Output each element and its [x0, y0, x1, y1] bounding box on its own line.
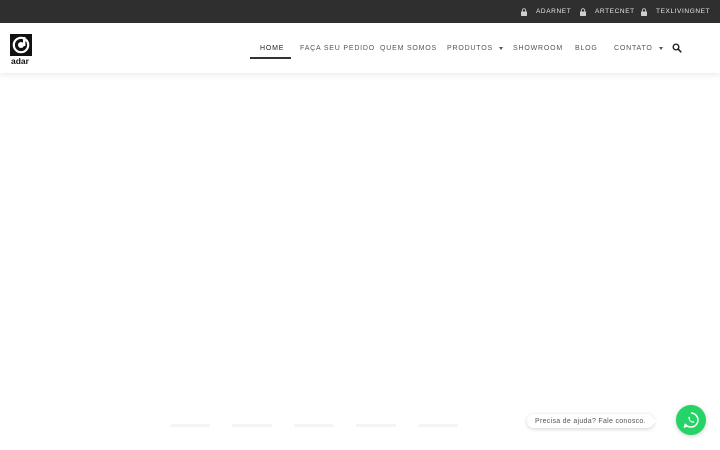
- chat-help-text: Precisa de ajuda? Fale conosco.: [535, 417, 646, 425]
- nav-blog[interactable]: BLOG: [575, 23, 598, 73]
- faint-block: [294, 424, 334, 427]
- faint-content-row: [170, 424, 520, 430]
- adarnet-label: ADARNET: [536, 8, 572, 15]
- artecnet-label: ARTECNET: [595, 8, 635, 15]
- main-header: adar HOME FAÇA SEU PEDIDO QUEM SOMOS PRO…: [0, 23, 720, 73]
- caret-down-icon: [498, 46, 503, 50]
- caret-down-icon: [658, 46, 663, 50]
- faint-block: [170, 424, 210, 427]
- nav-contato[interactable]: CONTATO: [614, 23, 663, 73]
- lock-icon: [579, 7, 587, 16]
- nav-produtos-label: PRODUTOS: [447, 44, 493, 52]
- nav-home[interactable]: HOME: [260, 23, 284, 73]
- nav-quem-somos[interactable]: QUEM SOMOS: [380, 23, 437, 73]
- nav-showroom-label: SHOWROOM: [513, 44, 563, 52]
- nav-blog-label: BLOG: [575, 44, 598, 52]
- lock-icon: [640, 7, 648, 16]
- texlivingnet-link[interactable]: TEXLIVINGNET: [640, 0, 710, 23]
- texlivingnet-label: TEXLIVINGNET: [656, 8, 711, 15]
- whatsapp-button[interactable]: [676, 405, 706, 435]
- nav-quem-somos-label: QUEM SOMOS: [380, 44, 438, 52]
- adarnet-link[interactable]: ADARNET: [520, 0, 571, 23]
- nav-faca-seu-pedido-label: FAÇA SEU PEDIDO: [300, 44, 376, 52]
- adar-logo[interactable]: adar: [10, 34, 34, 65]
- faint-block: [356, 424, 396, 427]
- nav-faca-seu-pedido[interactable]: FAÇA SEU PEDIDO: [300, 23, 375, 73]
- nav-showroom[interactable]: SHOWROOM: [513, 23, 563, 73]
- faint-block: [418, 424, 458, 427]
- active-nav-underline: [250, 57, 291, 59]
- nav-home-label: HOME: [260, 44, 285, 52]
- search-icon[interactable]: [672, 43, 682, 53]
- chat-help-bubble[interactable]: Precisa de ajuda? Fale conosco.: [527, 414, 658, 428]
- lock-icon: [520, 7, 528, 16]
- artecnet-link[interactable]: ARTECNET: [579, 0, 635, 23]
- top-bar: ADARNET ARTECNET TEXLIVINGNET: [0, 0, 720, 23]
- nav-contato-label: CONTATO: [614, 44, 653, 52]
- svg-text:adar: adar: [11, 56, 30, 65]
- whatsapp-icon: [683, 412, 699, 428]
- nav-produtos[interactable]: PRODUTOS: [447, 23, 503, 73]
- faint-block: [232, 424, 272, 427]
